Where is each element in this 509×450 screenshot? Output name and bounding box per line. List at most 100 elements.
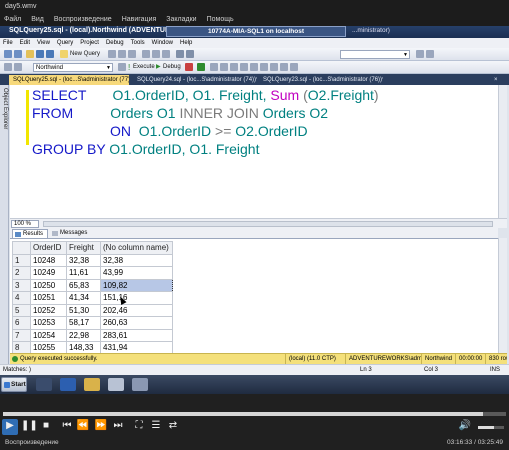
playlist-icon[interactable]: ☰ (149, 419, 163, 433)
debug-button[interactable]: Debug (163, 63, 181, 72)
column-header-orderid[interactable]: OrderID (30, 241, 67, 255)
grid-cell[interactable]: 10248 (30, 253, 67, 267)
row-number[interactable]: 3 (12, 278, 31, 292)
player-menu-navigation[interactable]: Навигация (122, 14, 157, 26)
toolbar-icon[interactable] (230, 63, 238, 71)
paste-icon[interactable] (162, 50, 170, 58)
volume-slider[interactable] (478, 426, 504, 429)
grid-cell[interactable]: 11,61 (66, 266, 101, 280)
table-row[interactable]: 4 10251 41,34 151,16 (12, 291, 173, 305)
toolbar-icon[interactable] (240, 63, 248, 71)
tab-sqlquery25[interactable]: SQLQuery25.sql - (loc...S\administrator … (9, 75, 129, 85)
toolbar-icon[interactable] (290, 63, 298, 71)
row-number[interactable]: 6 (12, 316, 31, 330)
sql-editor[interactable]: SELECT O1.OrderID, O1. Freight, Sum (O2.F… (10, 85, 498, 218)
menu-project[interactable]: Project (80, 38, 99, 48)
fullscreen-icon[interactable]: ⛶ (132, 419, 146, 433)
row-number[interactable]: 2 (12, 266, 31, 280)
connect-icon[interactable] (4, 63, 12, 71)
menu-window[interactable]: Window (152, 38, 173, 48)
grid-cell[interactable]: 22,98 (66, 328, 101, 342)
parse-icon[interactable] (197, 63, 205, 71)
new-query-icon[interactable] (60, 50, 68, 58)
menu-debug[interactable]: Debug (106, 38, 124, 48)
grid-cell[interactable]: 151,16 (100, 291, 173, 305)
table-row[interactable]: 6 10253 58,17 260,63 (12, 316, 173, 330)
pause-button[interactable]: ❚❚ (21, 419, 38, 433)
table-row[interactable]: 2 10249 11,61 43,99 (12, 266, 173, 280)
grid-cell[interactable]: 10251 (30, 291, 67, 305)
toolbar-icon[interactable] (280, 63, 288, 71)
menu-view[interactable]: View (37, 38, 50, 48)
grid-cell[interactable]: 41,34 (66, 291, 101, 305)
stop-button[interactable]: ■ (39, 419, 53, 433)
grid-cell[interactable]: 260,63 (100, 316, 173, 330)
tab-sqlquery23[interactable]: SQLQuery23.sql - (loc...S\administrator … (259, 75, 383, 85)
toolbar-icon[interactable] (118, 63, 126, 71)
row-number[interactable]: 4 (12, 291, 31, 305)
undo-icon[interactable] (176, 50, 184, 58)
grid-cell[interactable]: 10252 (30, 303, 67, 317)
row-number[interactable]: 5 (12, 303, 31, 317)
grid-cell[interactable]: 10249 (30, 266, 67, 280)
grid-cell[interactable]: 58,17 (66, 316, 101, 330)
grid-cell[interactable]: 10253 (30, 316, 67, 330)
execute-button[interactable]: Execute (133, 63, 155, 72)
row-number[interactable]: 1 (12, 253, 31, 267)
tab-sqlquery24[interactable]: SQLQuery24.sql - (loc...S\administrator … (133, 75, 257, 85)
toolbar-icon[interactable] (270, 63, 278, 71)
grid-cell[interactable]: 202,46 (100, 303, 173, 317)
powershell-icon[interactable] (60, 378, 76, 391)
toolbar-icon[interactable] (416, 50, 424, 58)
toolbar-icon[interactable] (426, 50, 434, 58)
tab-messages[interactable]: Messages (50, 229, 92, 238)
row-number[interactable]: 7 (12, 328, 31, 342)
table-row[interactable]: 5 10252 51,30 202,46 (12, 303, 173, 317)
toolbar-icon[interactable] (118, 50, 126, 58)
column-header-freight[interactable]: Freight (66, 241, 101, 255)
cut-icon[interactable] (142, 50, 150, 58)
copy-icon[interactable] (152, 50, 160, 58)
menu-tools[interactable]: Tools (131, 38, 145, 48)
ssms-taskbar-icon[interactable] (132, 378, 148, 391)
grid-corner[interactable] (12, 241, 31, 255)
volume-icon[interactable]: 🔊 (458, 419, 472, 433)
toolbar-icon[interactable] (128, 50, 136, 58)
column-header-sum[interactable]: (No column name) (100, 241, 173, 255)
solution-config-combo[interactable]: ▼ (340, 50, 410, 59)
redo-icon[interactable] (186, 50, 194, 58)
object-explorer-collapsed-tab[interactable]: Object Explorer (0, 85, 9, 394)
database-select[interactable]: Northwind ▼ (33, 63, 113, 72)
menu-query[interactable]: Query (57, 38, 73, 48)
grid-cell[interactable]: 109,82 (100, 278, 173, 292)
menu-help[interactable]: Help (180, 38, 192, 48)
grid-cell[interactable]: 51,30 (66, 303, 101, 317)
player-menu-bookmarks[interactable]: Закладки (166, 14, 196, 26)
player-menu-view[interactable]: Вид (31, 14, 44, 26)
explorer-icon[interactable] (84, 378, 100, 391)
tools-icon[interactable] (108, 378, 124, 391)
seek-bar[interactable] (3, 412, 506, 416)
menu-edit[interactable]: Edit (20, 38, 30, 48)
grid-cell[interactable]: 10250 (30, 278, 67, 292)
back-icon[interactable] (4, 50, 12, 58)
play-button[interactable]: ▶ (2, 419, 18, 435)
results-vertical-scrollbar[interactable] (498, 238, 507, 353)
start-button[interactable]: Start (1, 377, 27, 392)
editor-vertical-scrollbar[interactable] (498, 85, 507, 218)
fast-forward-button[interactable]: ⏩ (94, 419, 108, 433)
repeat-icon[interactable]: ⇄ (166, 419, 180, 433)
close-icon[interactable]: × (490, 75, 504, 85)
tab-results[interactable]: Results (12, 229, 48, 238)
open-icon[interactable] (26, 50, 34, 58)
grid-cell[interactable]: 43,99 (100, 266, 173, 280)
next-button[interactable]: ⏭ (111, 419, 125, 433)
player-menu-playback[interactable]: Воспроизведение (54, 14, 112, 26)
rewind-button[interactable]: ⏪ (76, 419, 90, 433)
toolbar-icon[interactable] (260, 63, 268, 71)
previous-button[interactable]: ⏮ (60, 419, 74, 433)
new-query-button[interactable]: New Query (70, 50, 100, 59)
toolbar-icon[interactable] (250, 63, 258, 71)
grid-cell[interactable]: 65,83 (66, 278, 101, 292)
save-all-icon[interactable] (46, 50, 54, 58)
